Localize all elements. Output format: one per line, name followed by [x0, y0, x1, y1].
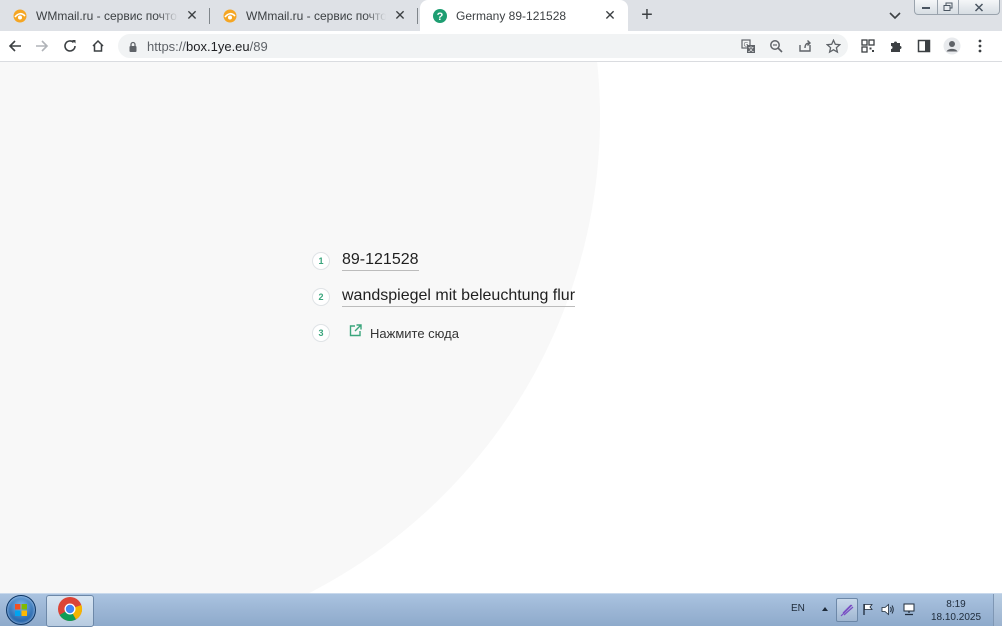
qr-code-icon[interactable] — [858, 36, 878, 56]
tab-wmmail-1[interactable]: WMmail.ru - сервис почтовых рассылок ✕ — [0, 0, 210, 31]
svg-text:文: 文 — [747, 45, 753, 53]
wmmail-favicon-icon — [222, 8, 238, 24]
new-tab-button[interactable]: + — [636, 4, 658, 26]
profile-avatar-icon[interactable] — [942, 36, 962, 56]
step-number-badge: 1 — [312, 252, 330, 270]
extensions-puzzle-icon[interactable] — [886, 36, 906, 56]
background-shape — [0, 62, 600, 593]
wmmail-favicon-icon — [12, 8, 28, 24]
click-here-label: Нажмите сюда — [370, 325, 459, 341]
tab-title: WMmail.ru - сервис почтовых рассылок — [36, 8, 178, 23]
zoom-icon[interactable] — [766, 36, 786, 56]
minimize-button[interactable] — [914, 0, 938, 15]
chrome-icon — [57, 596, 83, 627]
reload-icon[interactable] — [60, 36, 80, 56]
start-button[interactable] — [2, 594, 40, 626]
restore-button[interactable] — [938, 0, 959, 15]
language-indicator[interactable]: EN — [791, 603, 805, 614]
tab-close-icon[interactable]: ✕ — [602, 7, 618, 24]
url-text: https://box.1ye.eu/89 — [147, 39, 268, 54]
show-desktop-button[interactable] — [993, 594, 1002, 626]
taskbar-chrome-button[interactable] — [46, 595, 94, 627]
volume-icon[interactable] — [880, 601, 896, 617]
clock-time: 8:19 — [946, 599, 966, 610]
tab-close-icon[interactable]: ✕ — [184, 7, 200, 24]
url-scheme: https:// — [147, 39, 187, 54]
click-here-link[interactable]: Нажмите сюда — [349, 324, 459, 342]
forward-arrow-icon[interactable] — [32, 36, 52, 56]
tab-germany[interactable]: ? Germany 89-121528 ✕ — [420, 0, 628, 31]
external-link-icon — [349, 324, 362, 342]
menu-kebab-icon[interactable] — [970, 36, 990, 56]
windows-taskbar: EN 8:19 18.10.2025 — [0, 593, 1002, 627]
lock-icon[interactable] — [127, 40, 139, 52]
tray-feather-icon[interactable] — [836, 598, 858, 622]
tab-close-icon[interactable]: ✕ — [392, 7, 408, 24]
action-center-flag-icon[interactable] — [860, 601, 876, 617]
step-number-badge: 3 — [312, 324, 330, 342]
code-link[interactable]: 89-121528 — [342, 251, 419, 271]
url-path: /89 — [249, 39, 268, 54]
tab-title: Germany 89-121528 — [456, 8, 567, 23]
translate-icon[interactable]: G文 — [738, 36, 758, 56]
list-item: 1 89-121528 — [312, 251, 419, 271]
windows-logo-icon — [6, 595, 36, 625]
system-clock[interactable]: 8:19 18.10.2025 — [926, 598, 986, 624]
network-icon[interactable] — [901, 601, 917, 617]
bookmark-star-icon[interactable] — [823, 36, 843, 56]
home-icon[interactable] — [88, 36, 108, 56]
list-item: 2 wandspiegel mit beleuchtung flur — [312, 287, 576, 307]
tab-strip: WMmail.ru - сервис почтовых рассылок ✕ W… — [0, 0, 1002, 31]
tray-expand-arrow-icon[interactable] — [817, 601, 833, 617]
tab-search-chevron-icon[interactable] — [886, 7, 904, 25]
tab-title: WMmail.ru - сервис почтовых рассылок — [246, 8, 386, 23]
clock-date: 18.10.2025 — [930, 612, 982, 623]
list-item: 3 Нажмите сюда — [312, 324, 459, 342]
address-bar[interactable]: https://box.1ye.eu/89 G文 — [118, 34, 848, 58]
page-content: 1 89-121528 2 wandspiegel mit beleuchtun… — [0, 62, 1002, 593]
back-arrow-icon[interactable] — [5, 36, 25, 56]
share-icon[interactable] — [795, 36, 815, 56]
tab-wmmail-2[interactable]: WMmail.ru - сервис почтовых рассылок ✕ — [210, 0, 418, 31]
help-circle-icon: ? — [432, 8, 448, 24]
side-panel-icon[interactable] — [914, 36, 934, 56]
step-number-badge: 2 — [312, 288, 330, 306]
url-host: box.1ye.eu — [186, 39, 250, 54]
window-controls — [914, 0, 1000, 16]
search-phrase-link[interactable]: wandspiegel mit beleuchtung flur — [342, 287, 576, 307]
browser-toolbar: https://box.1ye.eu/89 G文 — [0, 31, 1002, 62]
page-scrollbar[interactable] — [998, 62, 1002, 593]
svg-text:?: ? — [437, 11, 444, 23]
close-window-button[interactable] — [959, 0, 1000, 15]
